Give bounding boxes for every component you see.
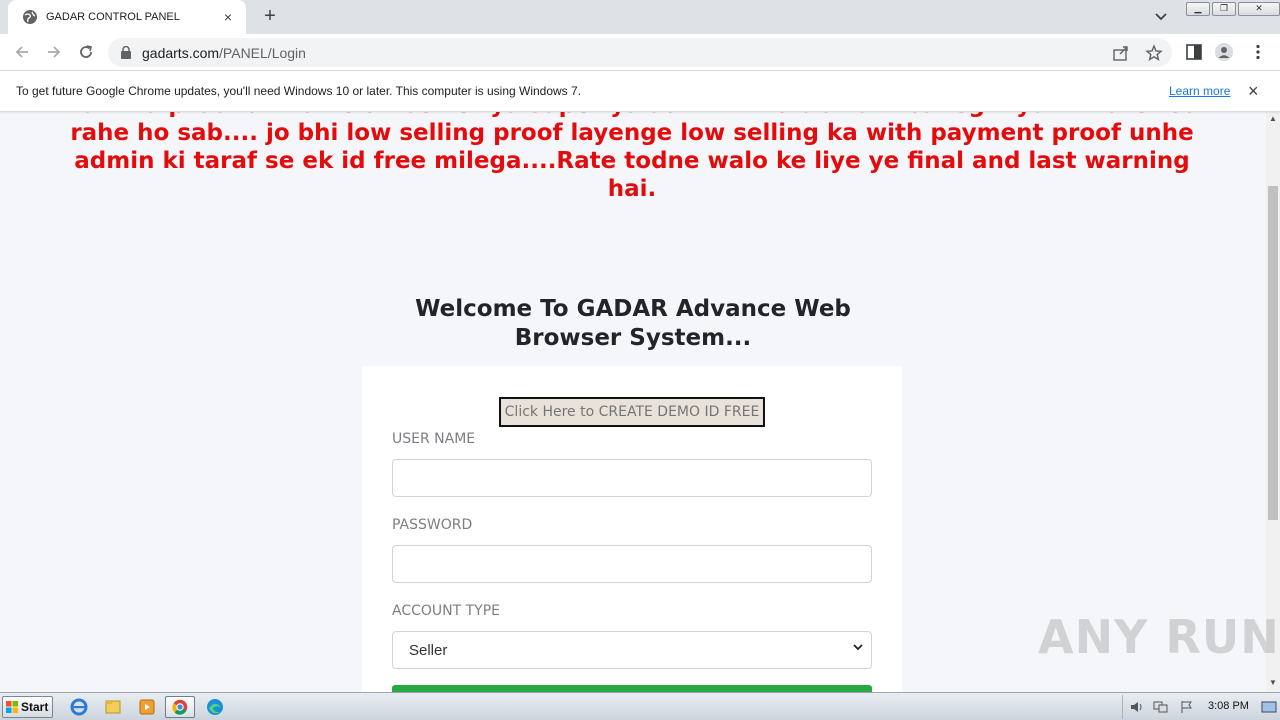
window-controls: ▁ ❐ ✕	[1184, 2, 1280, 16]
show-desktop-icon[interactable]	[1261, 700, 1277, 714]
start-button[interactable]: Start	[2, 696, 53, 718]
profile-avatar-icon[interactable]	[1215, 43, 1233, 61]
forward-arrow-icon[interactable]	[44, 42, 64, 62]
tab-close-icon[interactable]: ×	[220, 9, 236, 25]
anyrun-watermark: ANY RUN	[1038, 610, 1280, 664]
login-button[interactable]	[392, 685, 872, 692]
close-window-button[interactable]: ✕	[1238, 2, 1280, 16]
password-label: PASSWORD	[392, 517, 473, 533]
file-explorer-icon[interactable]	[98, 696, 128, 718]
url-text: gadarts.com/PANEL/Login	[142, 45, 306, 61]
scroll-down-arrow-icon[interactable]: ▼	[1269, 678, 1277, 687]
system-tray	[1122, 695, 1278, 719]
windows-logo-icon	[6, 701, 18, 713]
account-type-label: ACCOUNT TYPE	[392, 603, 501, 619]
browser-tab-strip: GADAR CONTROL PANEL × + ▁ ❐ ✕	[0, 0, 1280, 34]
chevron-down-icon[interactable]	[1151, 6, 1171, 26]
password-input[interactable]	[392, 545, 872, 583]
browser-toolbar: gadarts.com/PANEL/Login	[0, 34, 1280, 71]
action-center-flag-icon[interactable]	[1179, 700, 1195, 714]
page-scrollbar[interactable]: ▲ ▼	[1266, 112, 1280, 692]
tab-title: GADAR CONTROL PANEL	[46, 11, 180, 23]
update-infobar: To get future Google Chrome updates, you…	[0, 71, 1280, 112]
login-card: Click Here to CREATE DEMO ID FREE USER N…	[362, 366, 902, 692]
url-path: /PANEL/Login	[219, 45, 306, 61]
create-demo-id-button[interactable]: Click Here to CREATE DEMO ID FREE	[499, 397, 765, 427]
share-icon[interactable]	[1112, 44, 1130, 62]
network-icon[interactable]	[1153, 700, 1169, 714]
lock-icon[interactable]	[120, 46, 132, 59]
infobar-message: To get future Google Chrome updates, you…	[16, 84, 582, 98]
side-panel-icon[interactable]	[1185, 43, 1203, 61]
username-label: USER NAME	[392, 431, 476, 447]
globe-icon	[23, 10, 37, 24]
chrome-taskbar-icon[interactable]	[165, 696, 195, 718]
page-title: Welcome To GADAR Advance Web Browser Sys…	[415, 296, 851, 351]
windows-taskbar: Start 3:08 PM	[0, 692, 1280, 720]
account-type-value: Seller	[409, 642, 448, 659]
back-arrow-icon[interactable]	[12, 42, 32, 62]
chevron-down-icon	[853, 644, 863, 651]
volume-icon[interactable]	[1129, 700, 1145, 714]
more-menu-icon[interactable]	[1249, 43, 1267, 61]
media-player-icon[interactable]	[132, 696, 162, 718]
address-bar[interactable]: gadarts.com/PANEL/Login	[108, 38, 1172, 67]
reload-icon[interactable]	[76, 42, 96, 62]
username-input[interactable]	[392, 459, 872, 497]
restore-button[interactable]: ❐	[1212, 2, 1236, 16]
new-tab-button[interactable]: +	[259, 5, 281, 27]
internet-explorer-icon[interactable]	[64, 696, 94, 718]
account-type-select[interactable]: Seller	[392, 631, 872, 669]
url-host: gadarts.com	[142, 45, 220, 61]
scroll-up-arrow-icon[interactable]: ▲	[1269, 114, 1277, 123]
learn-more-link[interactable]: Learn more	[1169, 84, 1230, 98]
warning-notice: Kam ka proof dikha ke dil setter ya supe…	[64, 112, 1200, 202]
scrollbar-thumb[interactable]	[1268, 186, 1278, 520]
edge-taskbar-icon[interactable]	[200, 696, 230, 718]
bookmark-star-icon[interactable]	[1145, 44, 1163, 62]
taskbar-clock: 3:08 PM	[1208, 700, 1249, 712]
page-viewport: Kam ka proof dikha ke dil setter ya supe…	[0, 112, 1266, 692]
infobar-close-icon[interactable]: ×	[1248, 81, 1259, 102]
start-label: Start	[21, 700, 49, 714]
browser-tab[interactable]: GADAR CONTROL PANEL ×	[8, 0, 246, 34]
minimize-button[interactable]: ▁	[1186, 2, 1210, 16]
